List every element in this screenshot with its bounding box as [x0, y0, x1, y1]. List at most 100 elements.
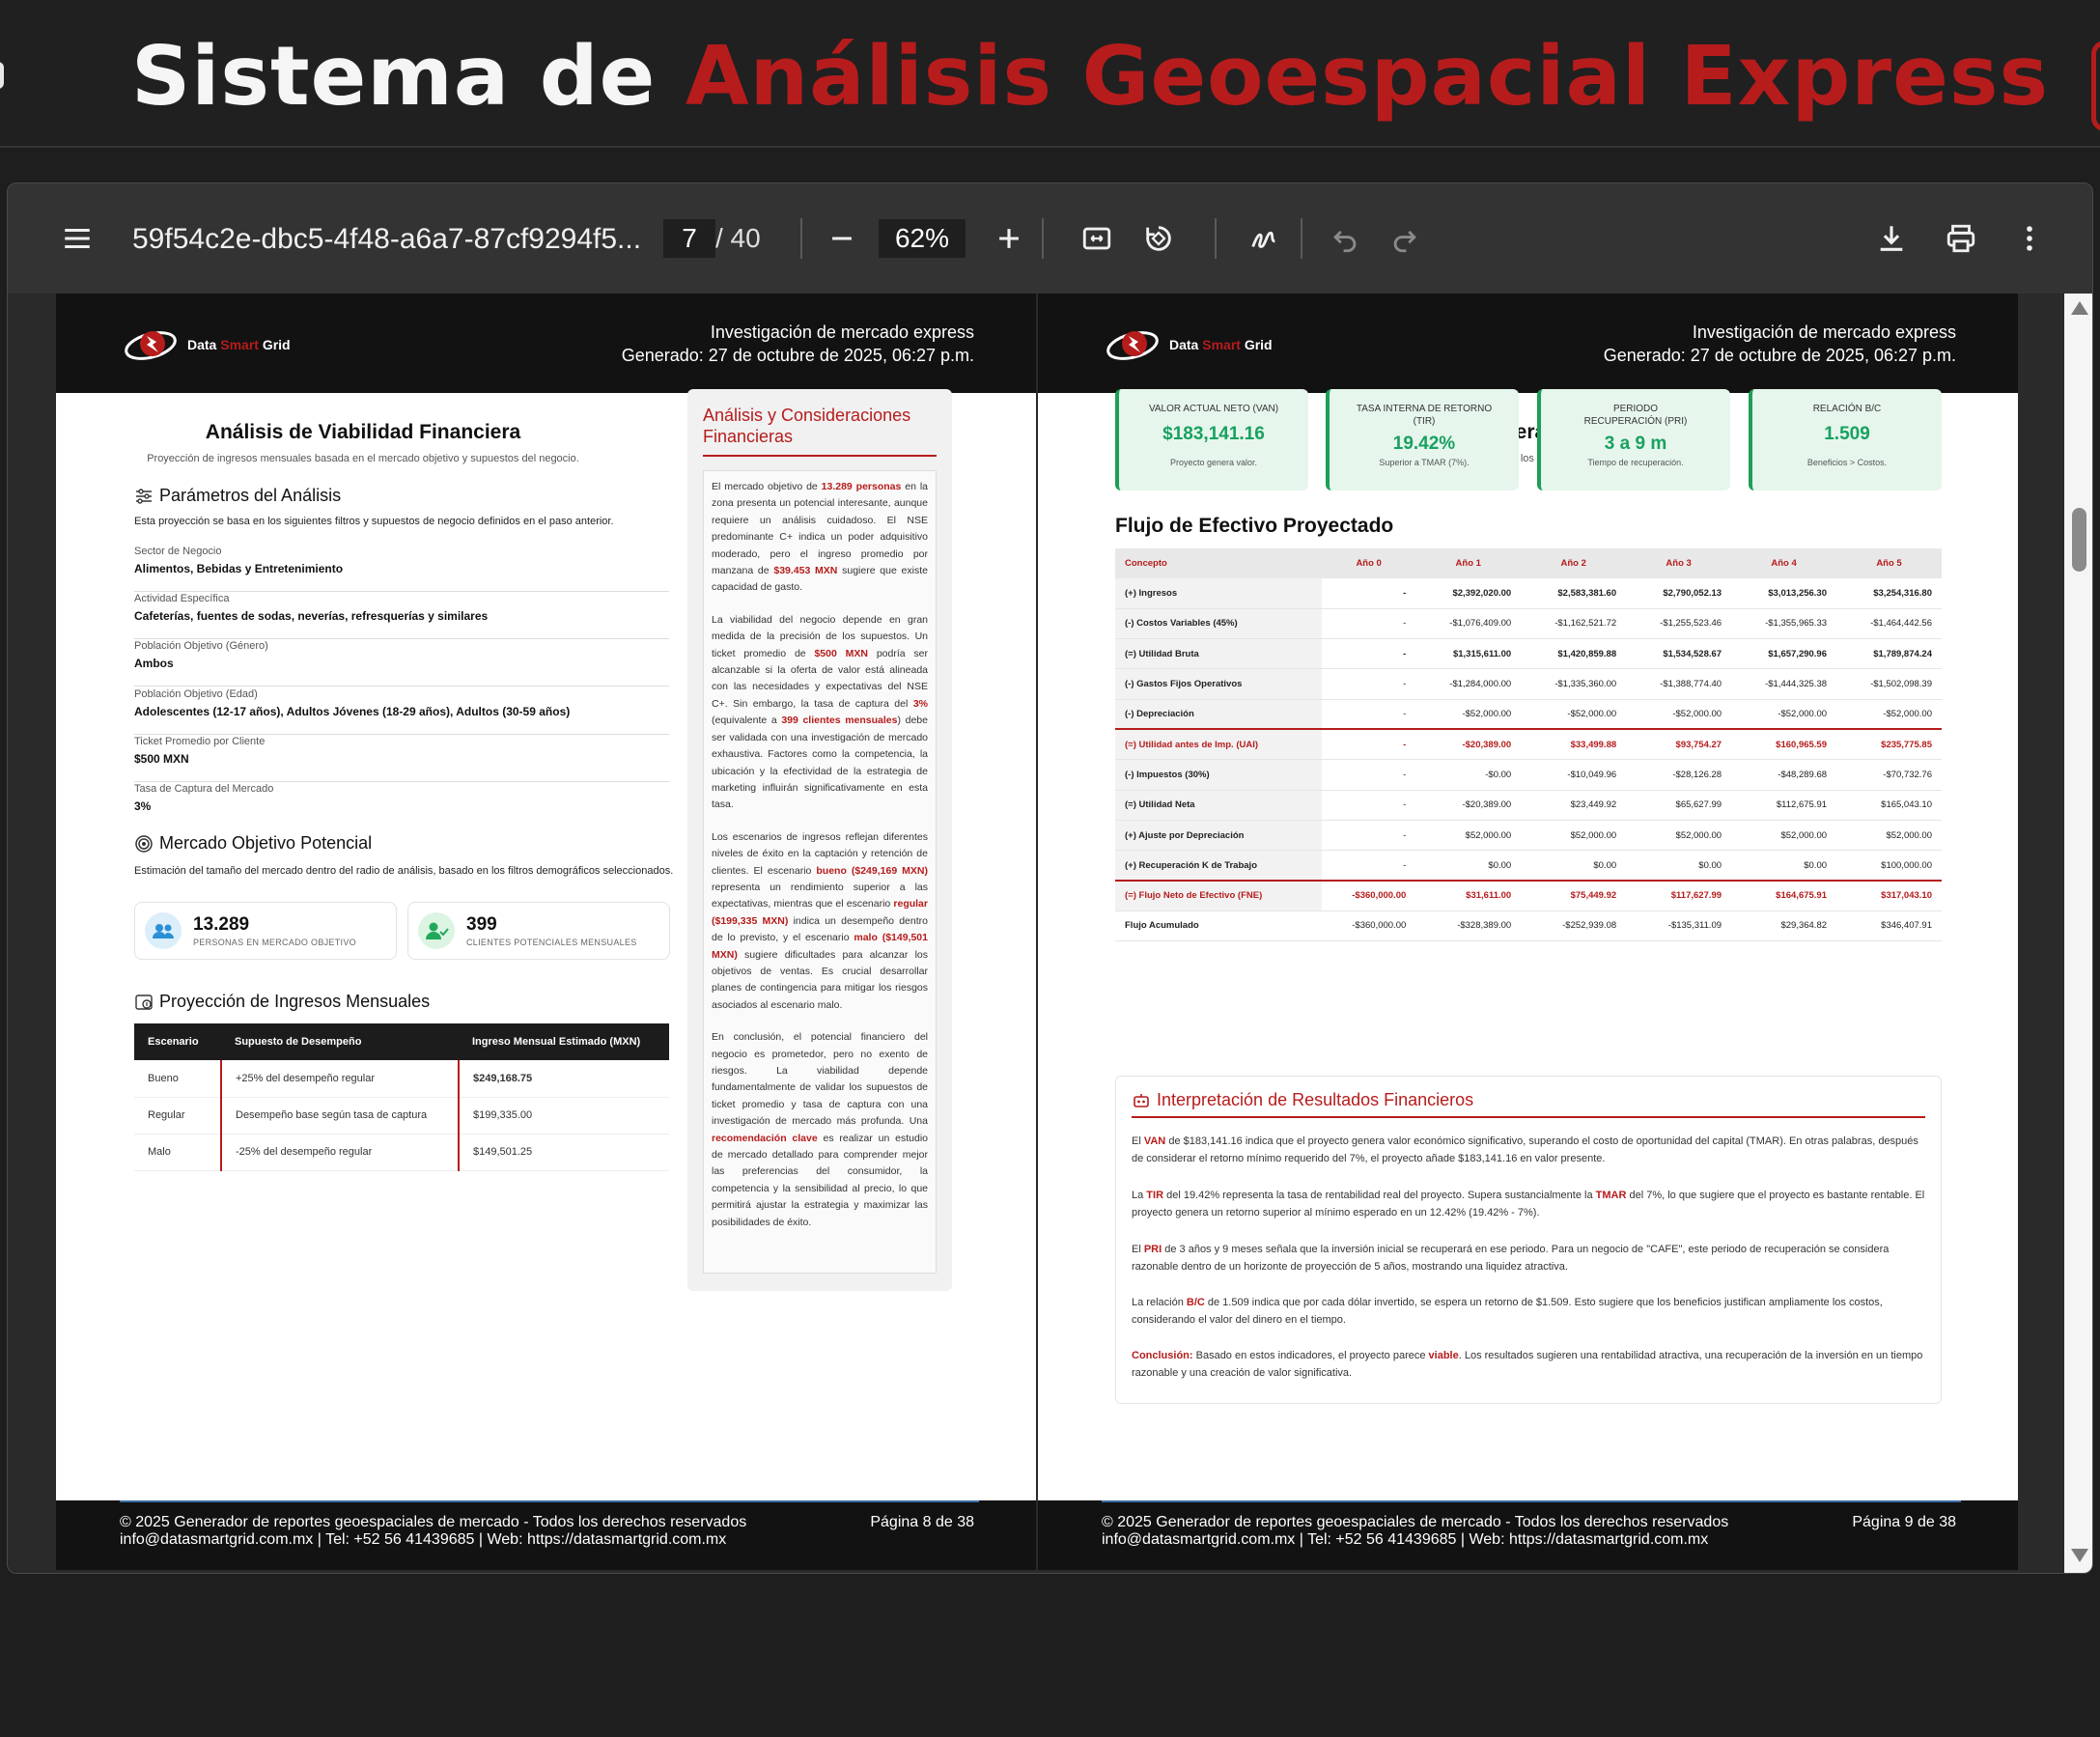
zoom-input[interactable]: 62%	[879, 219, 966, 258]
table-cell: -$28,126.28	[1626, 759, 1732, 791]
param-value: Cafeterías, fuentes de sodas, neverías, …	[134, 609, 489, 623]
param-key: Sector de Negocio	[134, 546, 222, 557]
table-cell: (-) Impuestos (30%)	[1115, 759, 1322, 791]
param-value: Adolescentes (12-17 años), Adultos Jóven…	[134, 705, 571, 718]
param-key: Tasa de Captura del Mercado	[134, 783, 274, 795]
column-header: Año 5	[1836, 548, 1942, 578]
footer-rule	[1102, 1500, 1961, 1502]
table-cell: (=) Flujo Neto de Efectivo (FNE)	[1115, 879, 1322, 911]
highlight: recomendación clave	[712, 1132, 818, 1144]
highlight: TIR	[1146, 1190, 1164, 1201]
zoom-out-icon[interactable]	[821, 217, 863, 260]
menu-icon[interactable]	[56, 217, 98, 260]
header-line1: Investigación de mercado express	[1692, 322, 1956, 342]
table-row: Regular Desempeño base según tasa de cap…	[134, 1097, 669, 1135]
kpi-note: Proyecto genera valor.	[1169, 458, 1258, 467]
column-header: Año 1	[1415, 548, 1522, 578]
table-cell: -$52,000.00	[1415, 699, 1522, 730]
fit-page-icon[interactable]	[1076, 217, 1118, 260]
table-cell: $2,583,381.60	[1521, 578, 1627, 609]
table-row: (=) Utilidad antes de Imp. (UAI) - -$20,38…	[1115, 728, 1942, 761]
pdf-canvas[interactable]: Data Smart Grid Investigación de mercado…	[8, 294, 2092, 1573]
panel-paragraph: Los escenarios de ingresos reflejan dife…	[712, 829, 928, 1014]
table-cell: -$1,388,774.40	[1626, 668, 1732, 700]
print-icon[interactable]	[1940, 217, 1982, 260]
table-cell: -	[1322, 638, 1416, 670]
column-header: Año 4	[1731, 548, 1837, 578]
table-cell: $3,254,316.80	[1836, 578, 1942, 609]
table-cell: -$135,311.09	[1626, 911, 1732, 942]
header-meta: Investigación de mercado express Generad…	[622, 321, 974, 367]
scrollbar-thumb[interactable]	[2072, 508, 2086, 572]
interpretation-heading: Interpretación de Resultados Financieros	[1132, 1090, 1925, 1118]
table-cell: $65,627.99	[1626, 790, 1732, 821]
zoom-in-icon[interactable]	[988, 217, 1030, 260]
table-row: (+) Ingresos - $2,392,020.00 $2,583,381.60 $…	[1115, 578, 1942, 609]
draw-icon[interactable]	[1243, 217, 1285, 260]
stat-number: 399	[466, 914, 497, 935]
page-title: Análisis de Viabilidad Financiera	[205, 421, 521, 443]
table-cell: $33,499.88	[1521, 728, 1627, 761]
panel-title: Análisis y Consideraciones Financieras	[703, 405, 937, 457]
table-cell: -$1,464,442.56	[1836, 608, 1942, 640]
table-cell: $0.00	[1521, 850, 1627, 882]
table-cell: -$1,335,360.00	[1521, 668, 1627, 700]
column-header: Año 2	[1521, 548, 1627, 578]
panel-body: El mercado objetivo de 13.289 personas e…	[703, 470, 937, 1274]
table-cell: -	[1322, 699, 1416, 730]
table-cell: -$48,289.68	[1731, 759, 1837, 791]
robot-icon	[1134, 1093, 1149, 1107]
more-icon[interactable]	[2008, 217, 2051, 260]
document-name: 59f54c2e-dbc5-4f48-a6a7-87cf9294f5...	[132, 223, 642, 255]
scroll-up-icon[interactable]	[2071, 301, 2088, 315]
table-cell: -$52,000.00	[1521, 699, 1627, 730]
column-header: Escenario	[134, 1023, 221, 1060]
highlight: 3%	[912, 697, 928, 710]
table-cell: $117,627.99	[1626, 879, 1732, 911]
table-cell: (=) Utilidad Bruta	[1115, 638, 1322, 670]
vertical-scrollbar[interactable]	[2064, 294, 2092, 1573]
table-cell: $3,013,256.30	[1731, 578, 1837, 609]
undo-icon[interactable]	[1324, 217, 1366, 260]
cashflow-table: Concepto Año 0 Año 1 Año 2 Año 3 Año 4 A…	[1115, 548, 1942, 942]
column-header: Año 3	[1626, 548, 1732, 578]
table-cell: -$252,939.08	[1521, 911, 1627, 942]
stat-card-clients: 399 CLIENTES POTENCIALES MENSUALES	[407, 902, 670, 960]
highlight: TMAR	[1595, 1190, 1627, 1201]
table-cell: $93,754.27	[1626, 728, 1732, 761]
brand-part3: Grid	[1244, 337, 1273, 352]
logo-globe-icon	[125, 331, 177, 360]
table-row: (-) Gastos Fijos Operativos - -$1,284,000.…	[1115, 668, 1942, 700]
money-chart-icon	[135, 994, 153, 1010]
table-cell: -$328,389.00	[1415, 911, 1522, 942]
projection-heading: Proyección de Ingresos Mensuales	[134, 992, 430, 1012]
table-cell: Regular	[134, 1097, 221, 1135]
brand-logo: Data Smart Grid	[1106, 322, 1273, 367]
redo-icon[interactable]	[1384, 217, 1426, 260]
table-cell: -$20,389.00	[1415, 728, 1522, 761]
footer-contact: info@datasmartgrid.com.mx | Tel: +52 56 …	[1102, 1531, 1709, 1548]
text-run: (equivalente a	[712, 714, 782, 727]
page-number-input[interactable]: 7	[663, 219, 715, 258]
text-run: ) debe ser validada con una investigació…	[712, 714, 928, 811]
download-icon[interactable]	[1870, 217, 1913, 260]
interpretation-paragraph: El VAN de $183,141.16 indica que el proy…	[1132, 1133, 1925, 1167]
param-key: Población Objetivo (Edad)	[134, 688, 258, 700]
table-cell: $52,000.00	[1415, 820, 1522, 852]
param-item: Población Objetivo (Edad) Adolescentes (1…	[134, 688, 669, 735]
table-cell: -	[1322, 668, 1416, 700]
page-header: Data Smart Grid Investigación de mercado…	[56, 294, 1036, 393]
kpi-value: 19.42%	[1392, 434, 1456, 454]
edge-button-right[interactable]	[2091, 41, 2100, 131]
table-cell: -$360,000.00	[1322, 879, 1416, 911]
table-header-row: Escenario Supuesto de Desempeño Ingreso …	[134, 1023, 669, 1060]
text-run: El	[1132, 1135, 1144, 1147]
text-run: del 19.42% representa la tasa de rentabi…	[1163, 1190, 1596, 1201]
table-cell: (+) Ingresos	[1115, 578, 1322, 609]
rotate-icon[interactable]	[1137, 217, 1180, 260]
scroll-down-icon[interactable]	[2071, 1549, 2088, 1562]
toolbar-divider	[1042, 218, 1044, 259]
app-title-part2: Análisis Geoespacial Express	[685, 29, 2050, 125]
table-cell: -$52,000.00	[1836, 699, 1942, 730]
pdf-page-right: Data Smart Grid Investigación de mercado…	[1038, 294, 2018, 1570]
